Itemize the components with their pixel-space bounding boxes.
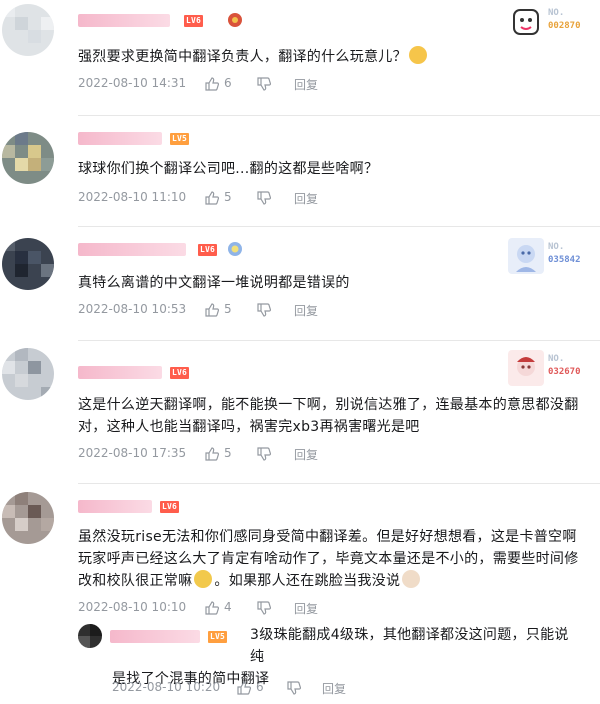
level-badge: LV6 [184, 15, 204, 27]
thumb-up-icon[interactable] [204, 600, 220, 616]
comment-text-line: 玩家呼声已经这么大了肯定有啥动作了，毕竟文本量还是不小的，需要些时间修 [78, 551, 579, 567]
avatar[interactable] [2, 238, 54, 290]
thumb-down-icon[interactable] [286, 680, 302, 696]
fan-card-image [508, 350, 544, 386]
medal-icon [226, 11, 244, 29]
fan-card-number: 035842 [548, 255, 581, 265]
thumb-up-icon[interactable] [204, 76, 220, 92]
comment-text: 这是什么逆天翻译啊，能不能换一下啊，别说信达雅了，连最基本的意思都没翻 对，这种… [78, 394, 582, 438]
level-badge: LV6 [160, 501, 180, 513]
divider [78, 226, 600, 227]
reply-text-line: 3级珠能翻成4级珠，其他翻译都没这问题，只能说纯 [250, 627, 569, 665]
divider [78, 115, 600, 116]
like-count: 6 [224, 76, 232, 90]
username[interactable] [78, 132, 162, 145]
comment-text-line: 这是什么逆天翻译啊，能不能换一下啊，别说信达雅了，连最基本的意思都没翻 [78, 397, 579, 413]
username[interactable] [78, 366, 162, 379]
comment-date: 2022-08-10 11:10 [78, 190, 187, 204]
avatar[interactable] [2, 4, 54, 56]
username[interactable] [78, 14, 170, 27]
fan-card[interactable]: NO. 032670 [508, 350, 596, 386]
thumb-up-icon[interactable] [204, 302, 220, 318]
divider [78, 340, 600, 341]
reply-date: 2022-08-10 10:20 [112, 680, 221, 694]
fan-card-image [508, 4, 544, 40]
fan-card-number: 002870 [548, 21, 581, 31]
fan-card-no: NO. [548, 8, 565, 18]
sub-reply: LV5 3级珠能翻成4级珠，其他翻译都没这问题，只能说纯 是找了个混事的简中翻译… [78, 622, 600, 704]
comment-text: 强烈要求更换简中翻译负责人，翻译的什么玩意儿？ [78, 46, 582, 68]
reply-button[interactable]: 回复 [294, 190, 318, 207]
thumb-down-icon[interactable] [256, 302, 272, 318]
comment-date: 2022-08-10 10:53 [78, 302, 187, 316]
thumb-down-icon[interactable] [256, 76, 272, 92]
fan-card-no: NO. [548, 242, 565, 252]
thumb-up-icon[interactable] [236, 680, 252, 696]
thumb-up-icon[interactable] [204, 446, 220, 462]
like-count: 5 [224, 190, 232, 204]
medal-icon [226, 240, 244, 258]
comment-text-content: 真特么离谱的中文翻译一堆说明都是错误的 [78, 275, 350, 291]
reply-button[interactable]: 回复 [294, 302, 318, 319]
reply-button[interactable]: 回复 [294, 600, 318, 617]
thumb-down-icon[interactable] [256, 446, 272, 462]
comment-text-line: 对，这种人也能当翻译吗，祸害完xb3再祸害曙光是吧 [78, 419, 420, 435]
reply-button[interactable]: 回复 [294, 446, 318, 463]
level-badge: LV6 [198, 244, 218, 256]
thumb-down-icon[interactable] [256, 600, 272, 616]
level-badge: LV6 [170, 367, 190, 379]
comment-date: 2022-08-10 17:35 [78, 446, 187, 460]
fan-card[interactable]: NO. 002870 [508, 4, 596, 40]
emoji-icon [194, 570, 213, 588]
like-count: 5 [224, 302, 232, 316]
comment-text: 真特么离谱的中文翻译一堆说明都是错误的 [78, 272, 582, 294]
reply-button[interactable]: 回复 [322, 680, 346, 697]
thumb-down-icon[interactable] [256, 190, 272, 206]
reply-button[interactable]: 回复 [294, 76, 318, 93]
avatar[interactable] [2, 348, 54, 400]
comment-text: 虽然没玩rise无法和你们感同身受简中翻译差。但是好好想想看，这是卡普空啊 玩家… [78, 526, 582, 592]
thumb-up-icon[interactable] [204, 190, 220, 206]
fan-card[interactable]: NO. 035842 [508, 238, 596, 274]
comment-date: 2022-08-10 10:10 [78, 600, 187, 614]
emoji-icon [402, 570, 421, 588]
comment-text-line: 改和校队很正常嘛 。如果那人还在跳脸当我没说 [78, 570, 582, 592]
comment-text: 球球你们换个翻译公司吧...翻的这都是些啥啊？ [78, 158, 582, 180]
like-count: 6 [256, 680, 264, 694]
like-count: 5 [224, 446, 232, 460]
avatar[interactable] [2, 492, 54, 544]
avatar[interactable] [2, 132, 54, 184]
comment-date: 2022-08-10 14:31 [78, 76, 187, 90]
emoji-icon [408, 46, 427, 64]
fan-card-number: 032670 [548, 367, 581, 377]
username[interactable] [78, 243, 186, 256]
level-badge: LV5 [170, 133, 190, 145]
fan-card-no: NO. [548, 354, 565, 364]
comment-text-content: 强烈要求更换简中翻译负责人，翻译的什么玩意儿？ [78, 49, 407, 65]
username[interactable] [78, 500, 152, 513]
fan-card-image [508, 238, 544, 274]
like-count: 4 [224, 600, 232, 614]
divider [78, 483, 600, 484]
comment-text-line: 虽然没玩rise无法和你们感同身受简中翻译差。但是好好想想看，这是卡普空啊 [78, 529, 577, 545]
comment-text-content: 球球你们换个翻译公司吧...翻的这都是些啥啊？ [78, 161, 379, 177]
